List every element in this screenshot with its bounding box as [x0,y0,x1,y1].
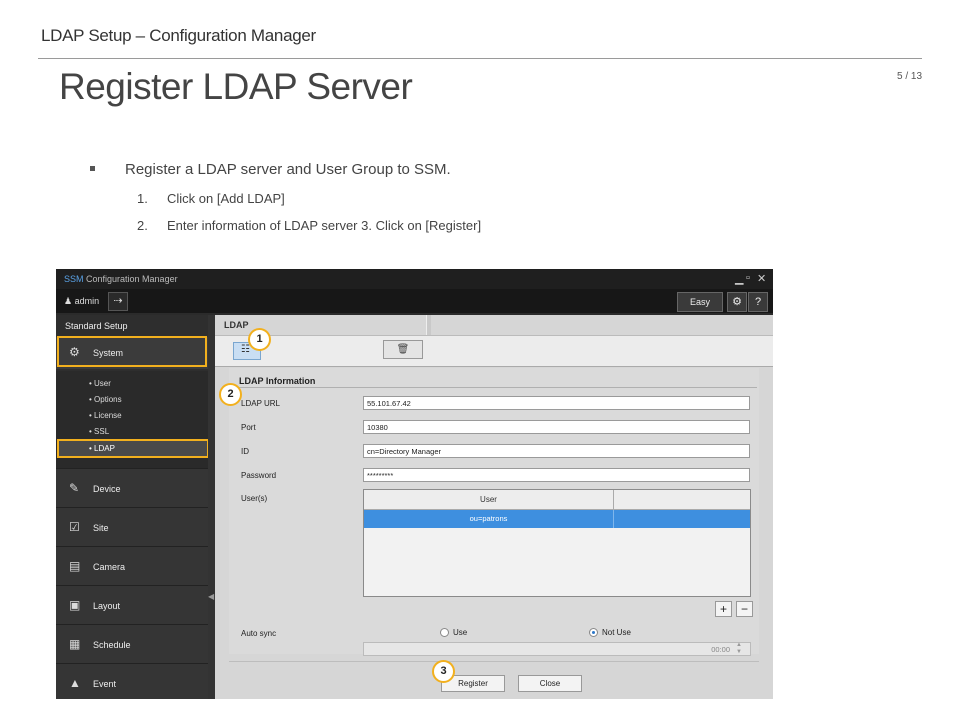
sidebar-item-camera[interactable]: ▤ Camera [56,546,208,585]
id-label: ID [241,447,249,456]
callout-badge: 2 [219,383,242,406]
radio-label: Use [453,628,468,637]
sync-time-input[interactable]: 00:00 [363,642,751,656]
layout-icon: ▣ [69,598,81,612]
site-icon: ☑ [69,520,80,534]
auto-sync-label: Auto sync [241,629,277,638]
sidebar-item-label: Event [93,679,117,689]
column-header-user[interactable]: User [364,490,614,509]
step-number: 2. [137,218,148,233]
minimize-icon[interactable]: ▁ [735,272,743,285]
table-cell: ou=patrons [364,510,614,528]
window-title: SSM Configuration Manager [64,274,178,284]
settings-button[interactable]: ⚙ [727,292,747,312]
delete-button[interactable]: 🗑 [383,340,423,359]
user-icon: ♟ [64,296,73,306]
system-submenu [56,371,208,477]
sidebar-collapse-handle[interactable]: ◀ [208,315,215,699]
add-user-button[interactable]: + [715,601,732,617]
ldap-url-label: LDAP URL [241,399,280,408]
users-table: User ou=patrons [363,489,751,597]
sidebar-item-device[interactable]: ✎ Device [56,468,208,507]
callout-badge: 3 [432,660,455,683]
logout-icon: ⇢ [113,295,123,307]
top-toolbar: ♟ admin ⇢ Easy Guide ⚙ ? [56,289,773,325]
camera-icon: ▤ [69,559,81,573]
sidebar-item-label: Layout [93,601,121,611]
footer-divider [229,661,759,662]
page-number: 5 / 13 [897,71,923,82]
time-spinner[interactable]: ▲ ▼ [736,642,742,656]
step-text: Click on [Add LDAP] [167,191,285,206]
ldap-url-input[interactable]: 55.101.67.42 [363,396,750,410]
logout-button[interactable]: ⇢ [108,292,128,311]
event-icon: ▲ [69,676,81,690]
help-button[interactable]: ? [748,292,768,312]
slide-title: Register LDAP Server [59,66,413,107]
remove-user-button[interactable]: − [736,601,753,617]
bullet-marker [90,166,95,171]
callout-badge: 1 [248,328,271,351]
device-icon: ✎ [69,481,80,495]
slide-header: LDAP Setup – Configuration Manager [41,26,316,45]
config-manager-window: SSM Configuration Manager ▁ ▫ ✕ ♟ admin … [56,269,773,699]
step-number: 1. [137,191,148,206]
sidebar-subitem-license[interactable]: • License [89,411,122,420]
main-panel: LDAP ☷ 🗑 LDAP Information LDAP URL 55.10… [215,315,773,699]
close-button[interactable]: Close [518,675,582,692]
highlight-box [57,336,207,367]
chevron-left-icon: ◀ [208,592,215,601]
users-label: User(s) [241,494,268,503]
sidebar-subitem-options[interactable]: • Options [89,395,122,404]
sidebar-subitem-ssl[interactable]: • SSL [89,427,109,436]
trash-icon: 🗑 [396,344,410,355]
close-icon[interactable]: ✕ [757,272,766,285]
user-name: admin [74,296,100,306]
sidebar-item-label: Camera [93,562,126,572]
section-title: LDAP Information [239,376,316,386]
auto-sync-use-radio[interactable] [440,628,449,637]
sidebar-item-label: Device [93,484,121,494]
panel-toolbar [215,335,773,367]
step-text: Enter information of LDAP server 3. Clic… [167,218,482,233]
id-input[interactable]: cn=Directory Manager [363,444,750,458]
schedule-icon: ▦ [69,637,81,651]
easy-guide-button[interactable]: Easy Guide [677,292,723,325]
bullet-text: Register a LDAP server and User Group to… [125,161,451,178]
highlight-box [57,439,209,458]
port-label: Port [241,423,256,432]
sidebar-subitem-user[interactable]: • User [89,379,111,388]
add-ldap-icon: ☷ [241,344,250,355]
title-bar: SSM Configuration Manager ▁ ▫ ✕ [56,269,773,289]
sidebar-item-event[interactable]: ▲ Event [56,663,208,699]
radio-label: Not Use [602,628,631,637]
port-input[interactable]: 10380 [363,420,750,434]
password-input[interactable]: ********* [363,468,750,482]
gear-icon: ⚙ [732,296,742,308]
table-header: User [364,490,750,510]
sidebar-item-site[interactable]: ☑ Site [56,507,208,546]
sidebar-item-schedule[interactable]: ▦ Schedule [56,624,208,663]
sidebar-item-label: Schedule [93,640,131,650]
ldap-form: LDAP Information LDAP URL 55.101.67.42 P… [229,368,759,656]
user-indicator[interactable]: ♟ admin [64,296,99,307]
sidebar: Standard Setup ⚙ System • User • Options… [56,315,209,699]
sidebar-item-label: Site [93,523,109,533]
section-divider [237,387,757,388]
header-divider [38,58,922,59]
maximize-icon[interactable]: ▫ [746,272,750,284]
table-row[interactable]: ou=patrons [364,510,750,528]
sidebar-section-title: Standard Setup [65,321,128,331]
password-label: Password [241,471,277,480]
auto-sync-not-use-radio[interactable] [589,628,598,637]
sidebar-item-layout[interactable]: ▣ Layout [56,585,208,624]
